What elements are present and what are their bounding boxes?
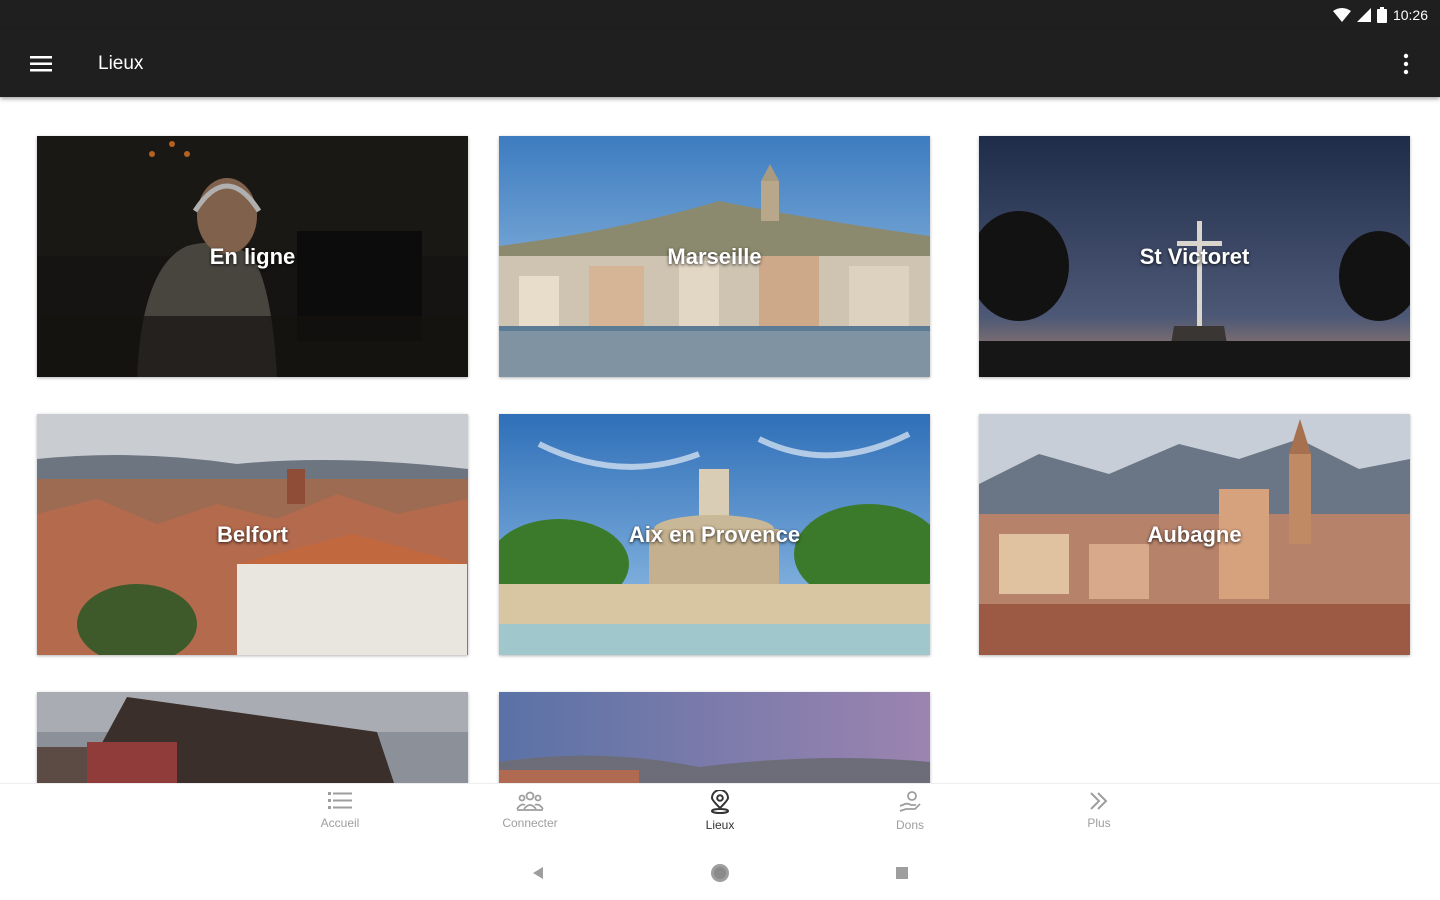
signal-icon [1356,8,1371,22]
status-time: 10:26 [1392,7,1428,23]
place-card-marseille[interactable]: Marseille [499,136,930,377]
wifi-icon [1332,8,1351,22]
page-title: Lieux [98,52,144,74]
place-name: St Victoret [1139,243,1250,269]
place-card-partial[interactable] [499,692,930,783]
nav-item-lieux[interactable]: Lieux [665,790,775,842]
place-name: Aix en Provence [628,521,801,547]
nav-label: Dons [895,818,924,832]
double-chevron-right-icon [1090,792,1108,810]
place-image [499,692,930,783]
nav-label: Plus [1087,816,1111,830]
system-navigation-bar [0,845,1440,900]
nav-item-accueil[interactable]: Accueil [285,790,395,842]
location-pin-icon [710,790,730,814]
bottom-navigation: Accueil Connecter Lieux Dons Plus [0,783,1440,845]
back-icon[interactable] [526,861,550,885]
nav-label: Connecter [502,816,558,830]
place-image [37,692,468,783]
nav-label: Lieux [705,818,735,832]
place-card-aix-en-provence[interactable]: Aix en Provence [499,414,930,655]
group-icon [516,791,544,811]
hamburger-menu-icon[interactable] [0,30,82,97]
place-name: Marseille [667,243,762,269]
nav-item-connecter[interactable]: Connecter [475,790,585,842]
more-vert-icon[interactable] [1372,30,1440,97]
places-grid: En ligne Marseille St Victoret Belfort A… [0,97,1440,783]
place-name: Belfort [217,521,288,547]
place-name: En ligne [209,243,296,269]
nav-label: Accueil [320,816,360,830]
place-card-aubagne[interactable]: Aubagne [979,414,1410,655]
nav-item-dons[interactable]: Dons [855,790,965,842]
place-card-belfort[interactable]: Belfort [37,414,468,655]
app-bar: Lieux [0,30,1440,97]
place-name: Aubagne [1147,521,1242,547]
list-icon [328,792,352,809]
nav-item-plus[interactable]: Plus [1044,790,1154,842]
place-card-st-victoret[interactable]: St Victoret [979,136,1410,377]
home-icon[interactable] [708,861,732,885]
place-card-partial[interactable] [37,692,468,783]
status-bar: 10:26 [0,0,1440,30]
battery-icon [1376,7,1387,23]
donate-hand-icon [899,791,921,812]
recents-icon[interactable] [890,861,914,885]
place-card-en-ligne[interactable]: En ligne [37,136,468,377]
